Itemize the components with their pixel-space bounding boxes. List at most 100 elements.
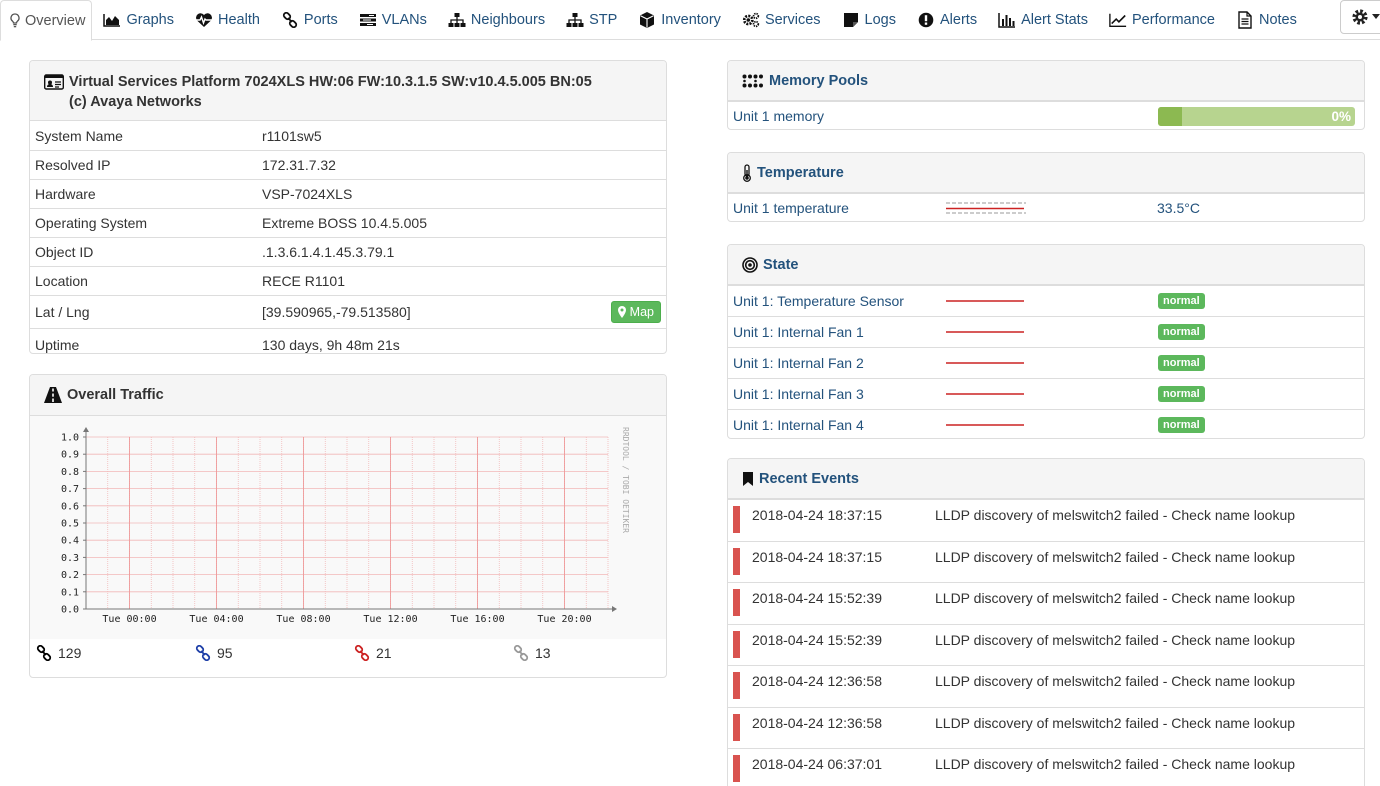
state-header[interactable]: State xyxy=(728,245,1364,285)
temperature-sparkline[interactable] xyxy=(946,201,1026,215)
cube-icon xyxy=(638,12,656,28)
memory-header[interactable]: Memory Pools xyxy=(728,61,1364,101)
event-time: 2018-04-24 12:36:58 xyxy=(752,673,882,689)
state-sensor-link[interactable]: Unit 1: Internal Fan 1 xyxy=(728,324,864,340)
event-message: LLDP discovery of melswitch2 failed - Ch… xyxy=(935,590,1296,606)
device-value: 172.31.7.32 xyxy=(262,157,336,173)
event-time: 2018-04-24 15:52:39 xyxy=(752,631,882,648)
y-tick-label: 1.0 xyxy=(61,433,79,444)
event-time: 2018-04-24 18:37:15 xyxy=(752,507,882,523)
tab-graphs[interactable]: Graphs xyxy=(92,0,184,40)
state-sparkline[interactable] xyxy=(946,329,1026,335)
chart-background xyxy=(30,416,666,639)
severity-indicator xyxy=(733,755,740,782)
thermometer-icon xyxy=(742,163,752,182)
y-tick-label: 0.0 xyxy=(61,605,79,616)
y-tick-label: 0.8 xyxy=(61,467,79,478)
event-message: LLDP discovery of melswitch2 failed - Ch… xyxy=(935,548,1296,565)
device-row-uptime: Uptime 130 days, 9h 48m 21s xyxy=(30,328,666,353)
tab-overview[interactable]: Overview xyxy=(0,0,93,41)
ports-disabled[interactable]: 13 xyxy=(507,645,666,661)
tab-label: Neighbours xyxy=(470,12,546,28)
events-header[interactable]: Recent Events xyxy=(728,459,1364,499)
tab-label: Services xyxy=(764,12,821,28)
sitemap-icon xyxy=(566,12,584,28)
temperature-header[interactable]: Temperature xyxy=(728,153,1364,193)
status-badge: normal xyxy=(1158,355,1205,371)
device-key: System Name xyxy=(35,127,123,144)
memory-usage-bar[interactable]: 0% xyxy=(1158,107,1355,126)
device-value: 130 days, 9h 48m 21s xyxy=(262,337,400,353)
memory-usage-percent: 0% xyxy=(1331,109,1351,124)
state-sensor-link[interactable]: Unit 1: Internal Fan 4 xyxy=(728,417,864,433)
traffic-chart: 0.0 0.1 0.2 0.3 0.4 0.5 0.6 0.7 0.8 0.9 1.0 Tue 00:… xyxy=(30,416,666,639)
state-sparkline[interactable] xyxy=(946,298,1026,304)
state-sparkline[interactable] xyxy=(946,391,1026,397)
state-sensor-link[interactable]: Unit 1: Internal Fan 3 xyxy=(728,386,864,402)
event-row: 2018-04-24 15:52:39 LLDP discovery of mel… xyxy=(728,582,1364,624)
memory-pool-link[interactable]: Unit 1 memory xyxy=(728,108,824,124)
tab-label: Graphs xyxy=(126,12,174,28)
y-tick-label: 0.6 xyxy=(61,501,79,512)
y-tick-label: 0.3 xyxy=(61,553,79,564)
state-row: Unit 1: Internal Fan 2 normal xyxy=(728,347,1364,378)
device-key: Location xyxy=(35,273,88,289)
tab-neighbours[interactable]: Neighbours xyxy=(437,0,555,40)
port-count: 13 xyxy=(535,645,551,661)
tab-inventory[interactable]: Inventory xyxy=(627,0,731,40)
event-row: 2018-04-24 15:52:39 LLDP discovery of mel… xyxy=(728,623,1364,666)
device-row-object-id: Object ID .1.3.6.1.4.1.45.3.79.1 xyxy=(30,237,666,266)
event-time: 2018-04-24 18:37:15 xyxy=(752,548,882,565)
state-sensor-link[interactable]: Unit 1: Temperature Sensor xyxy=(728,293,904,309)
x-tick-label: Tue 04:00 xyxy=(189,614,243,625)
tasks-icon xyxy=(359,12,377,28)
settings-dropdown-button[interactable] xyxy=(1340,0,1380,34)
device-title-line2: (c) Avaya Networks xyxy=(69,94,202,110)
tab-logs[interactable]: Logs xyxy=(831,0,906,40)
event-time: 2018-04-24 15:52:39 xyxy=(752,590,882,606)
tab-vlans[interactable]: VLANs xyxy=(348,0,437,40)
tab-stp[interactable]: STP xyxy=(555,0,627,40)
temperature-sensor-link[interactable]: Unit 1 temperature xyxy=(728,200,849,216)
bullseye-icon xyxy=(742,256,758,273)
nav-tabbar: Overview Graphs Health Ports VLANs Neigh… xyxy=(0,0,1380,41)
tab-alert-stats[interactable]: Alert Stats xyxy=(987,0,1098,40)
state-row: Unit 1: Internal Fan 4 normal xyxy=(728,409,1364,438)
x-tick-label: Tue 00:00 xyxy=(102,614,156,625)
state-sensor-link[interactable]: Unit 1: Internal Fan 2 xyxy=(728,355,864,371)
tab-health[interactable]: Health xyxy=(184,0,270,40)
map-button[interactable]: Map xyxy=(610,301,661,323)
x-tick-label: Tue 16:00 xyxy=(450,614,504,625)
device-row-system-name: System Name r1101sw5 xyxy=(30,121,666,150)
tab-notes[interactable]: Notes xyxy=(1225,0,1307,40)
tab-ports[interactable]: Ports xyxy=(270,0,348,40)
device-key: Uptime xyxy=(35,337,80,353)
ports-down[interactable]: 21 xyxy=(348,645,507,661)
ports-up[interactable]: 95 xyxy=(189,645,348,661)
tab-alerts[interactable]: Alerts xyxy=(906,0,987,40)
state-sparkline[interactable] xyxy=(946,422,1026,428)
device-row-hardware: Hardware VSP-7024XLS xyxy=(30,179,666,208)
heartbeat-icon xyxy=(195,12,213,28)
tab-label: VLANs xyxy=(381,12,427,28)
tab-label: Health xyxy=(218,12,260,28)
y-tick-label: 0.9 xyxy=(61,450,79,461)
traffic-title: Overall Traffic xyxy=(67,387,164,403)
state-sparkline[interactable] xyxy=(946,360,1026,366)
y-tick-label: 0.1 xyxy=(61,587,79,598)
device-value: VSP-7024XLS xyxy=(262,186,353,202)
device-key: Lat / Lng xyxy=(35,304,90,320)
traffic-graph[interactable]: 0.0 0.1 0.2 0.3 0.4 0.5 0.6 0.7 0.8 0.9 1.0 Tue 00:… xyxy=(30,416,666,639)
tab-performance[interactable]: Performance xyxy=(1098,0,1225,40)
memory-title: Memory Pools xyxy=(769,72,869,89)
line-chart-icon xyxy=(1109,12,1127,28)
tab-label: Performance xyxy=(1131,12,1215,28)
x-tick-label: Tue 20:00 xyxy=(537,614,591,625)
ports-total[interactable]: 129 xyxy=(30,645,189,661)
event-message: LLDP discovery of melswitch2 failed - Ch… xyxy=(935,673,1296,689)
tab-services[interactable]: Services xyxy=(731,0,831,40)
severity-indicator xyxy=(733,589,740,616)
port-count: 21 xyxy=(376,645,392,661)
link-icon xyxy=(513,645,529,661)
temperature-value: 33.5°C xyxy=(1157,200,1200,216)
